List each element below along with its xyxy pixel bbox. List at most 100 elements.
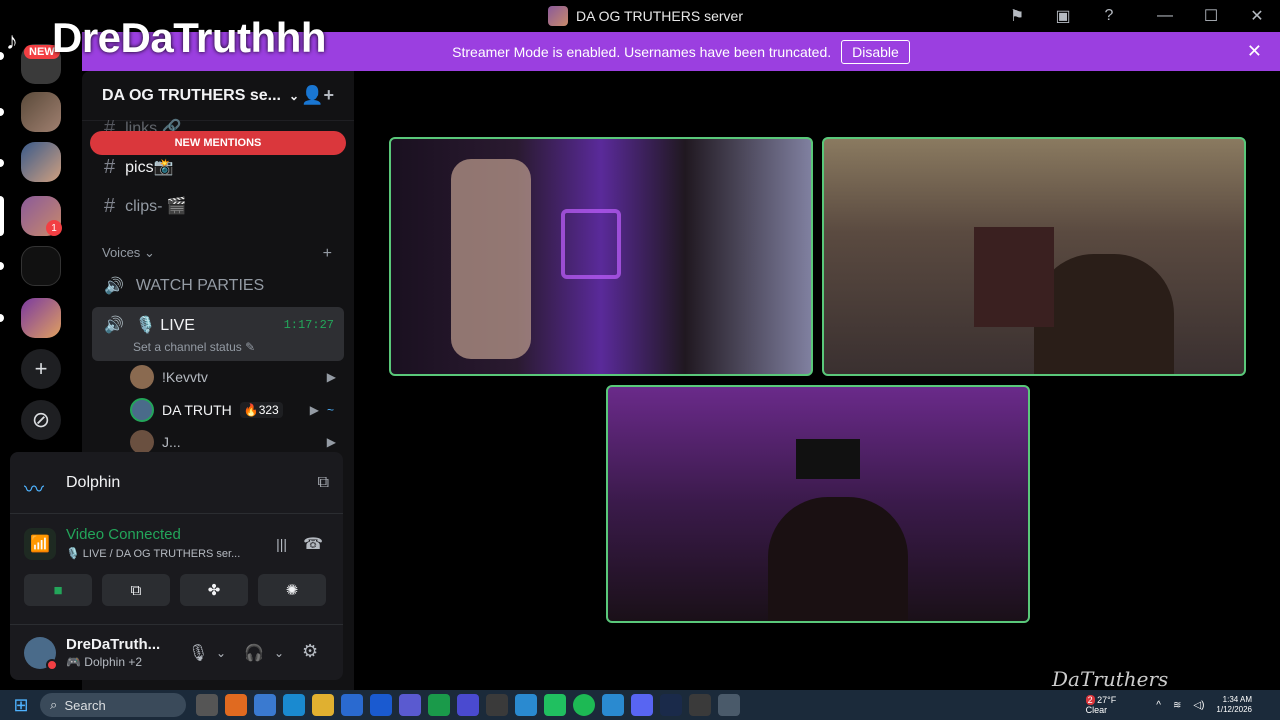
disconnect-icon[interactable]: ☎ <box>303 534 323 554</box>
headphones-icon[interactable]: 🎧 <box>244 643 264 663</box>
store-icon[interactable] <box>341 694 363 716</box>
server-icon-2[interactable] <box>21 92 61 132</box>
member-name: DA TRUTH <box>162 402 232 418</box>
add-server-button[interactable]: + <box>21 349 61 389</box>
video-tile-3[interactable] <box>606 385 1030 623</box>
wifi-icon[interactable]: ≋ <box>1173 700 1181 711</box>
server-icon-3[interactable] <box>21 142 61 182</box>
add-channel-icon[interactable]: + <box>323 245 332 263</box>
maximize-button[interactable]: ☐ <box>1188 0 1234 32</box>
system-tray: 2 27°F Clear ^ ≋ ◁) 1:34 AM 1/12/2026 <box>1085 690 1280 720</box>
app-icon[interactable] <box>544 694 566 716</box>
server-icon-phantom[interactable] <box>21 246 61 286</box>
member-name: J... <box>162 434 181 450</box>
channel-status[interactable]: Set a channel status ✎ <box>133 340 255 354</box>
app-icon[interactable] <box>486 694 508 716</box>
server-icon-5[interactable] <box>21 298 61 338</box>
firefox-icon[interactable] <box>225 694 247 716</box>
signal-icon: 📶 <box>24 528 56 560</box>
noise-suppression-icon[interactable]: ||| <box>276 536 287 552</box>
chevron-down-icon[interactable]: ⌄ <box>274 646 284 660</box>
file-explorer-icon[interactable] <box>312 694 334 716</box>
video-tile-2[interactable] <box>822 137 1246 376</box>
connection-channel[interactable]: 🎙️ LIVE / DA OG TRUTHERS ser... <box>66 547 240 560</box>
voice-category[interactable]: Voices ⌄ + <box>102 245 332 263</box>
neon-light <box>561 209 621 279</box>
voice-channel-live[interactable]: 🔊 🎙️ LIVE 1:17:27 Set a channel status ✎ <box>92 307 344 361</box>
avatar <box>130 365 154 389</box>
settings-app-icon[interactable] <box>718 694 740 716</box>
video-icon: ▶ <box>326 370 336 384</box>
tv <box>796 439 860 479</box>
video-tile-1[interactable] <box>389 137 813 376</box>
weather-widget[interactable]: 2 27°F Clear <box>1085 695 1117 715</box>
gamepad-icon: 🎮 <box>66 655 81 669</box>
search-label: Search <box>64 697 106 713</box>
selected-pill <box>0 196 4 236</box>
close-window-button[interactable]: ✕ <box>1234 0 1280 32</box>
channel-label: 🎙️ LIVE <box>135 317 195 334</box>
obs-icon[interactable] <box>689 694 711 716</box>
activity-row[interactable]: 〰 Dolphin ⧉ <box>10 452 343 514</box>
task-view-icon[interactable] <box>196 694 218 716</box>
taskbar: ⊞ ⌕ Search 2 27°F Clear ^ ≋ ◁) 1:34 AM 1… <box>0 690 1280 720</box>
connection-status-text[interactable]: Video Connected <box>66 526 181 543</box>
dolphin-app-icon[interactable] <box>515 694 537 716</box>
edge-icon[interactable] <box>283 694 305 716</box>
avatar <box>130 398 154 422</box>
dnd-status-icon <box>46 658 58 671</box>
avatar[interactable] <box>24 636 58 671</box>
search-box[interactable]: ⌕ Search <box>40 693 186 717</box>
voice-member[interactable]: !Kevvtv ▶ <box>130 362 344 392</box>
discord-icon[interactable] <box>631 694 653 716</box>
chevron-down-icon: ⌄ <box>143 245 155 260</box>
voice-channel-watch-parties[interactable]: 🔊 WATCH PARTIES <box>92 269 344 303</box>
app-icon[interactable] <box>457 694 479 716</box>
xbox-icon[interactable] <box>428 694 450 716</box>
chevron-up-icon[interactable]: ^ <box>1156 700 1161 711</box>
soundboard-button[interactable]: ✺ <box>258 574 326 606</box>
channel-label: WATCH PARTIES <box>135 277 265 294</box>
invite-people-icon[interactable]: 👤+ <box>301 85 334 106</box>
weather-badge: 2 <box>1085 695 1095 705</box>
voice-panel: 〰 Dolphin ⧉ 📶 Video Connected 🎙️ LIVE / … <box>10 452 343 680</box>
copilot-icon[interactable] <box>254 694 276 716</box>
microphone-icon[interactable]: 🎙 <box>188 643 208 663</box>
volume-icon[interactable]: ◁) <box>1193 700 1204 711</box>
video-button[interactable]: ■ <box>24 574 92 606</box>
windows-start-icon[interactable]: ⊞ <box>10 694 32 716</box>
dolphin-icon: 〰 <box>24 478 44 501</box>
chevron-down-icon[interactable]: ⌄ <box>216 646 226 660</box>
weather-temp: 27°F <box>1097 695 1117 705</box>
unread-pill <box>0 314 4 322</box>
minimize-button[interactable]: — <box>1142 0 1188 32</box>
spotify-icon[interactable] <box>573 694 595 716</box>
disable-button[interactable]: Disable <box>841 39 910 64</box>
steam-icon[interactable] <box>660 694 682 716</box>
outlook-icon[interactable] <box>370 694 392 716</box>
user-info[interactable]: DreDaTruth... 🎮 Dolphin +2 <box>66 636 160 669</box>
voice-member[interactable]: DA TRUTH 🔥323 ▶ ~ <box>130 395 344 425</box>
app-icon[interactable] <box>602 694 624 716</box>
participant-video <box>768 497 908 621</box>
screen-share-button[interactable]: ⧉ <box>102 574 170 606</box>
gear-icon[interactable]: ⚙ <box>302 641 318 662</box>
user-name: DreDaTruth... <box>66 636 161 653</box>
unread-pill <box>0 108 4 116</box>
user-status: 🎮 Dolphin +2 <box>66 655 143 669</box>
channel-pics[interactable]: # pics📸 <box>92 150 344 184</box>
share-screen-icon[interactable]: ⧉ <box>318 474 329 492</box>
teams-icon[interactable] <box>399 694 421 716</box>
clock[interactable]: 1:34 AM 1/12/2026 <box>1216 695 1252 715</box>
help-icon[interactable]: ? <box>1086 0 1132 32</box>
dolphin-activity-icon: ~ <box>326 403 334 417</box>
window-title-text: DA OG TRUTHERS server <box>576 8 743 24</box>
screen-notification-icon[interactable]: ▣ <box>1040 0 1086 32</box>
date-text: 1/12/2026 <box>1216 705 1252 714</box>
close-banner-icon[interactable]: ✕ <box>1247 41 1262 62</box>
discover-button[interactable]: ⊘ <box>21 400 61 440</box>
inbox-flag-icon[interactable]: ⚑ <box>994 0 1040 32</box>
channel-clips[interactable]: # clips- 🎬 <box>92 189 344 223</box>
activities-button[interactable]: ✤ <box>180 574 248 606</box>
window-title: DA OG TRUTHERS server <box>548 6 743 26</box>
